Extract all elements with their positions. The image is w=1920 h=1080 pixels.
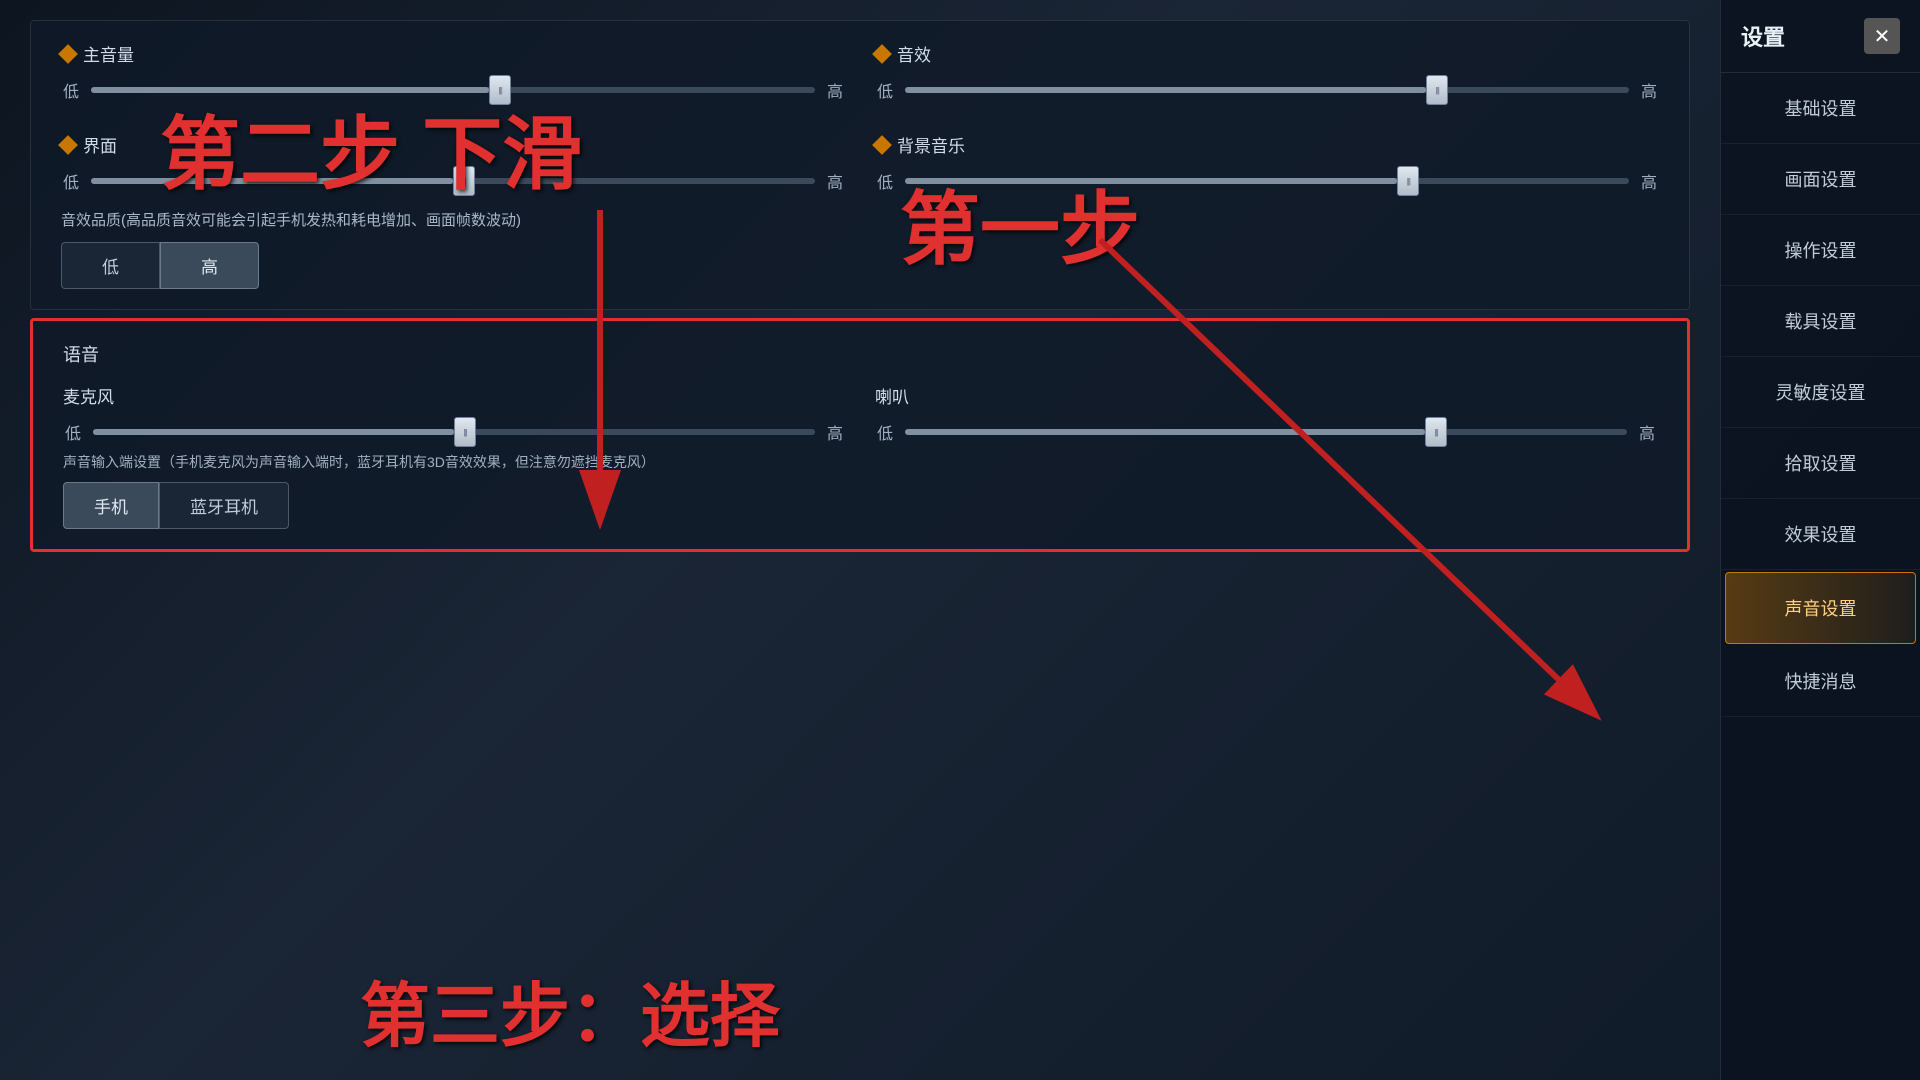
master-volume-icon xyxy=(58,44,78,64)
speaker-group: 喇叭 低 高 xyxy=(875,383,1657,444)
quality-low-button[interactable]: 低 xyxy=(61,242,160,289)
sidebar-item-controls[interactable]: 操作设置 xyxy=(1721,215,1920,286)
sfx-volume-group: 音效 低 高 xyxy=(875,41,1659,102)
mic-slider-row: 低 高 xyxy=(63,420,845,444)
voice-section-title: 语音 xyxy=(63,341,1657,367)
ui-volume-group: 界面 低 高 xyxy=(61,132,845,193)
content-area: 主音量 低 高 音效 xyxy=(0,0,1720,1080)
volume-grid: 主音量 低 高 音效 xyxy=(61,41,1659,193)
mic-label: 麦克风 xyxy=(63,383,845,408)
sidebar-item-vehicle[interactable]: 载具设置 xyxy=(1721,286,1920,357)
bgm-volume-fill xyxy=(905,178,1397,184)
bgm-volume-slider-row: 低 高 xyxy=(875,169,1659,193)
settings-sidebar: 设置 ✕ 基础设置 画面设置 操作设置 载具设置 灵敏度设置 拾取设置 效果设置… xyxy=(1720,0,1920,1080)
ui-volume-fill xyxy=(91,178,453,184)
speaker-slider-row: 低 高 xyxy=(875,420,1657,444)
sfx-volume-slider-row: 低 高 xyxy=(875,78,1659,102)
voice-slider-grid: 麦克风 低 高 喇叭 xyxy=(63,383,1657,444)
sidebar-header: 设置 ✕ xyxy=(1721,0,1920,73)
master-volume-thumb[interactable] xyxy=(489,75,511,105)
close-button[interactable]: ✕ xyxy=(1864,18,1900,54)
ui-volume-label: 界面 xyxy=(61,132,845,157)
main-container: 主音量 低 高 音效 xyxy=(0,0,1920,1080)
bgm-volume-thumb[interactable] xyxy=(1397,166,1419,196)
ui-volume-icon xyxy=(58,135,78,155)
sfx-volume-fill xyxy=(905,87,1426,93)
master-volume-fill xyxy=(91,87,489,93)
sidebar-items-list: 基础设置 画面设置 操作设置 载具设置 灵敏度设置 拾取设置 效果设置 声音设置… xyxy=(1721,73,1920,1080)
mic-group: 麦克风 低 高 xyxy=(63,383,845,444)
mic-fill xyxy=(93,429,454,435)
device-bluetooth-button[interactable]: 蓝牙耳机 xyxy=(159,482,289,529)
mic-track[interactable] xyxy=(93,429,815,435)
master-volume-label: 主音量 xyxy=(61,41,845,66)
sidebar-item-graphics[interactable]: 画面设置 xyxy=(1721,144,1920,215)
bgm-volume-icon xyxy=(872,135,892,155)
bgm-volume-track[interactable] xyxy=(905,178,1629,184)
quality-high-button[interactable]: 高 xyxy=(160,242,259,289)
ui-volume-slider-row: 低 高 xyxy=(61,169,845,193)
sfx-volume-label: 音效 xyxy=(875,41,1659,66)
master-volume-track[interactable] xyxy=(91,87,815,93)
mic-thumb[interactable] xyxy=(454,417,476,447)
bgm-volume-label: 背景音乐 xyxy=(875,132,1659,157)
quality-description: 音效品质(高品质音效可能会引起手机发热和耗电增加、画面帧数波动) xyxy=(61,209,1659,230)
audio-quality-section: 音效品质(高品质音效可能会引起手机发热和耗电增加、画面帧数波动) 低 高 xyxy=(61,209,1659,289)
sidebar-item-basic[interactable]: 基础设置 xyxy=(1721,73,1920,144)
input-device-section: 声音输入端设置（手机麦克风为声音输入端时，蓝牙耳机有3D音效效果，但注意勿遮挡麦… xyxy=(63,452,1657,529)
sidebar-item-sound[interactable]: 声音设置 xyxy=(1725,572,1916,644)
master-volume-group: 主音量 低 高 xyxy=(61,41,845,102)
sidebar-item-effects[interactable]: 效果设置 xyxy=(1721,499,1920,570)
sidebar-item-sensitivity[interactable]: 灵敏度设置 xyxy=(1721,357,1920,428)
speaker-thumb[interactable] xyxy=(1425,417,1447,447)
input-device-description: 声音输入端设置（手机麦克风为声音输入端时，蓝牙耳机有3D音效效果，但注意勿遮挡麦… xyxy=(63,452,1657,472)
voice-settings-panel: 语音 麦克风 低 高 xyxy=(30,318,1690,552)
sidebar-title: 设置 xyxy=(1741,20,1785,52)
speaker-fill xyxy=(905,429,1425,435)
sfx-volume-track[interactable] xyxy=(905,87,1629,93)
device-button-group: 手机 蓝牙耳机 xyxy=(63,482,1657,529)
sidebar-item-shortcut[interactable]: 快捷消息 xyxy=(1721,646,1920,717)
ui-volume-thumb[interactable] xyxy=(453,166,475,196)
bgm-volume-group: 背景音乐 低 高 xyxy=(875,132,1659,193)
speaker-label: 喇叭 xyxy=(875,383,1657,408)
master-volume-slider-row: 低 高 xyxy=(61,78,845,102)
sidebar-item-pickup[interactable]: 拾取设置 xyxy=(1721,428,1920,499)
sfx-volume-thumb[interactable] xyxy=(1426,75,1448,105)
sound-settings-panel: 主音量 低 高 音效 xyxy=(30,20,1690,310)
sfx-volume-icon xyxy=(872,44,892,64)
speaker-track[interactable] xyxy=(905,429,1627,435)
quality-button-group: 低 高 xyxy=(61,242,1659,289)
device-phone-button[interactable]: 手机 xyxy=(63,482,159,529)
ui-volume-track[interactable] xyxy=(91,178,815,184)
